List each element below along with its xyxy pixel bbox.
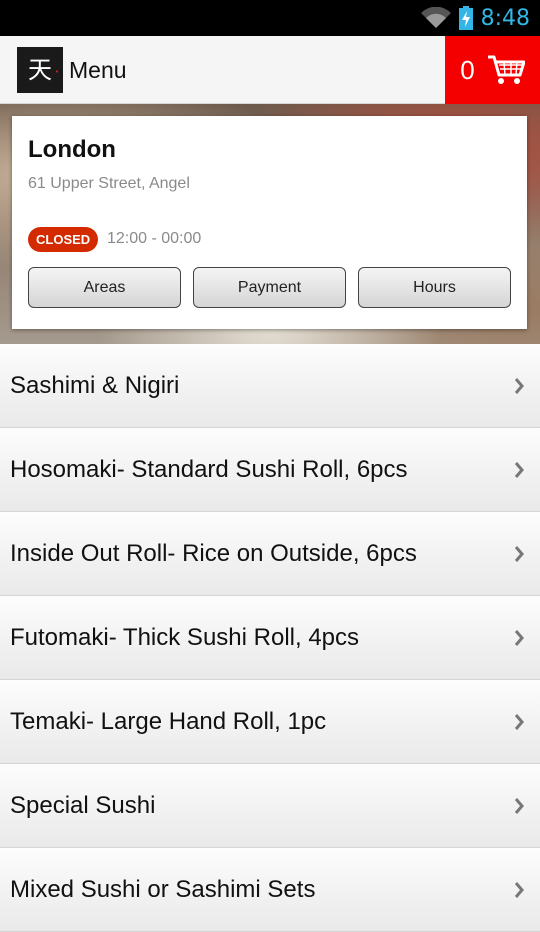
- category-label: Futomaki- Thick Sushi Roll, 4pcs: [10, 624, 360, 651]
- menu-category-mixed-sets[interactable]: Mixed Sushi or Sashimi Sets: [0, 848, 540, 932]
- chevron-right-icon: [514, 378, 524, 394]
- areas-button[interactable]: Areas: [28, 267, 181, 308]
- category-label: Special Sushi: [10, 792, 156, 819]
- menu-category-sashimi-nigiri[interactable]: Sashimi & Nigiri: [0, 344, 540, 428]
- menu-category-inside-out-roll[interactable]: Inside Out Roll- Rice on Outside, 6pcs: [0, 512, 540, 596]
- menu-category-futomaki[interactable]: Futomaki- Thick Sushi Roll, 4pcs: [0, 596, 540, 680]
- restaurant-address: 61 Upper Street, Angel: [28, 175, 190, 192]
- restaurant-card: London 61 Upper Street, Angel CLOSED 12:…: [12, 116, 527, 329]
- status-bar: 8:48: [0, 0, 540, 36]
- category-label: Temaki- Large Hand Roll, 1pc: [10, 708, 327, 735]
- chevron-right-icon: [514, 462, 524, 478]
- category-label: Inside Out Roll- Rice on Outside, 6pcs: [10, 540, 417, 567]
- restaurant-city: London: [28, 136, 116, 163]
- menu-category-special-sushi[interactable]: Special Sushi: [0, 764, 540, 848]
- cart-count: 0: [460, 54, 475, 85]
- category-label: Mixed Sushi or Sashimi Sets: [10, 876, 316, 903]
- category-label: Hosomaki- Standard Sushi Roll, 6pcs: [10, 456, 408, 483]
- page-title: Menu: [69, 57, 127, 83]
- battery-icon: [458, 6, 473, 30]
- status-clock: 8:48: [480, 5, 530, 31]
- chevron-right-icon: [514, 798, 524, 814]
- menu-category-list: Sashimi & Nigiri Hosomaki- Standard Sush…: [0, 344, 540, 932]
- wifi-icon: [420, 7, 451, 28]
- chevron-right-icon: [514, 714, 524, 730]
- chevron-right-icon: [514, 882, 524, 898]
- cart-icon: [487, 55, 525, 84]
- chevron-right-icon: [514, 546, 524, 562]
- menu-category-temaki[interactable]: Temaki- Large Hand Roll, 1pc: [0, 680, 540, 764]
- app-logo[interactable]: 天 •: [17, 47, 63, 93]
- hours-button[interactable]: Hours: [358, 267, 511, 308]
- status-badge: CLOSED: [28, 227, 99, 252]
- action-bar: 天 • Menu 0: [0, 36, 540, 104]
- chevron-right-icon: [514, 630, 524, 646]
- menu-category-hosomaki[interactable]: Hosomaki- Standard Sushi Roll, 6pcs: [0, 428, 540, 512]
- payment-button[interactable]: Payment: [193, 267, 346, 308]
- category-label: Sashimi & Nigiri: [10, 372, 180, 399]
- cart-button[interactable]: 0: [445, 36, 540, 104]
- opening-hours: 12:00 - 00:00: [107, 230, 202, 247]
